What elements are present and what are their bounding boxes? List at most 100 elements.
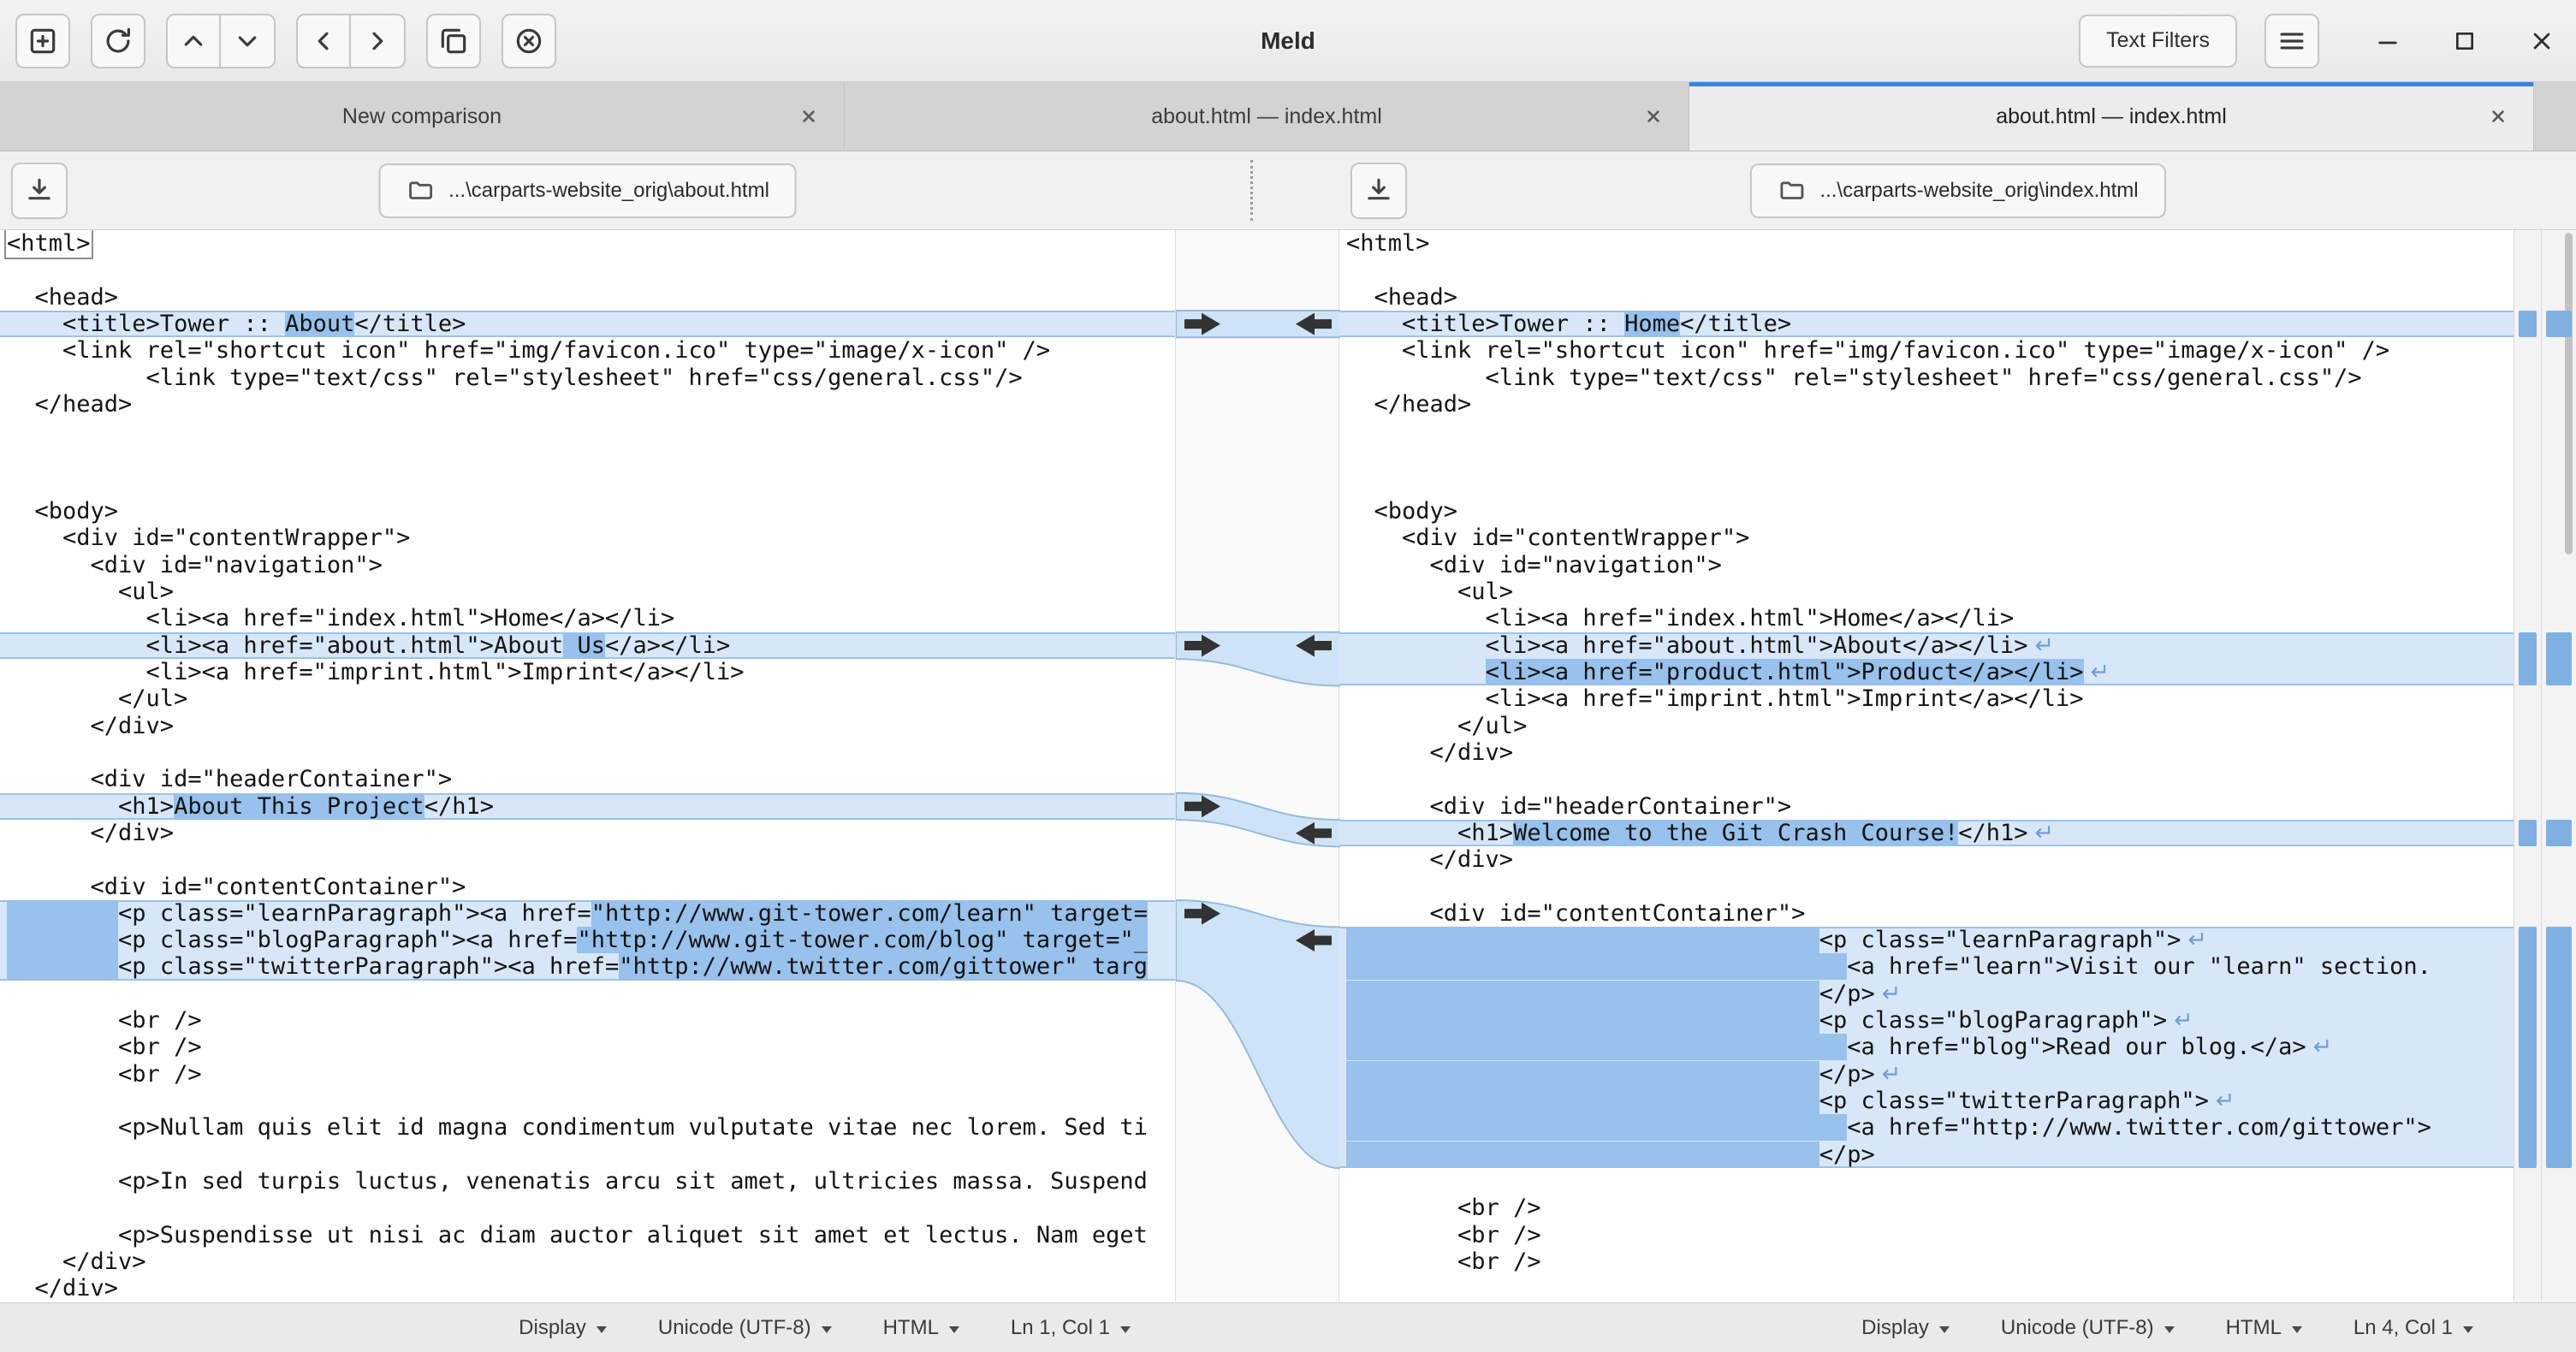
minimize-button[interactable] xyxy=(2369,22,2407,60)
syntax-menu-right[interactable]: HTML xyxy=(2226,1316,2302,1340)
word-diff-segment xyxy=(1346,1114,1847,1141)
syntax-menu-left[interactable]: HTML xyxy=(883,1316,959,1340)
code-text: <li><a href="about.html">About xyxy=(7,632,563,659)
code-line: </ul> xyxy=(0,685,1175,712)
code-line: <link rel="shortcut icon" href="img/favi… xyxy=(1339,337,2514,364)
scroll-maps xyxy=(2514,230,2576,1302)
code-line: <p class="learnParagraph">↵ xyxy=(1339,927,2514,953)
code-line xyxy=(1339,445,2514,471)
code-line: </div> xyxy=(1339,846,2514,873)
pane-separator-handle[interactable] xyxy=(1175,151,1339,229)
code-line: <p>Nullam quis elit id magna condimentum… xyxy=(0,1114,1175,1141)
code-line: </div> xyxy=(0,820,1175,846)
code-line: <head> xyxy=(0,284,1175,311)
code-line: <p>Suspendisse ut nisi ac diam auctor al… xyxy=(0,1222,1175,1248)
code-text: </title> xyxy=(354,311,466,337)
code-line: <html> xyxy=(0,230,1175,257)
right-code-pane[interactable]: <html> <head> <title>Tower :: Home</titl… xyxy=(1339,230,2514,1302)
tab-about-index-2[interactable]: about.html — index.html xyxy=(1689,82,2534,151)
tab-new-comparison[interactable]: New comparison xyxy=(0,82,845,151)
save-left-button[interactable] xyxy=(11,163,68,219)
code-line: <p class="learnParagraph"><a href="http:… xyxy=(0,900,1175,927)
code-text: <br /> xyxy=(7,1061,202,1088)
code-text xyxy=(1346,659,1486,685)
next-change-button[interactable] xyxy=(221,14,276,68)
code-line: <a href="learn">Visit our "learn" sectio… xyxy=(1339,953,2514,980)
refresh-comparison-button[interactable] xyxy=(91,14,145,68)
push-change-group xyxy=(296,14,406,68)
code-text: <br /> xyxy=(1346,1248,1541,1275)
maximize-button[interactable] xyxy=(2446,22,2484,60)
scrollbar-thumb[interactable] xyxy=(2565,233,2573,554)
tab-close-icon[interactable] xyxy=(798,105,820,127)
code-text: </p> xyxy=(1819,981,1875,1007)
code-line xyxy=(1339,1168,2514,1195)
newline-marker-icon: ↵ xyxy=(2306,1034,2333,1060)
display-menu-left[interactable]: Display xyxy=(519,1316,607,1340)
code-line: <br /> xyxy=(0,1061,1175,1088)
display-menu-right[interactable]: Display xyxy=(1861,1316,1950,1340)
code-text: <div id="contentWrapper"> xyxy=(7,525,410,551)
word-diff-segment xyxy=(1346,1007,1819,1034)
encoding-label: Unicode (UTF-8) xyxy=(658,1316,811,1340)
diff-map-mark xyxy=(2546,927,2572,1168)
code-line xyxy=(1339,471,2514,498)
code-line: </div> xyxy=(0,1275,1175,1302)
push-change-right-button[interactable] xyxy=(351,14,406,68)
code-text: <p class="learnParagraph"> xyxy=(1819,927,2181,953)
push-change-left-button[interactable] xyxy=(296,14,351,68)
code-text: <br /> xyxy=(1346,1195,1541,1221)
code-line: </div> xyxy=(1339,739,2514,766)
code-line: <div id="headerContainer"> xyxy=(0,766,1175,792)
code-line: <head> xyxy=(1339,284,2514,311)
code-text: </ul> xyxy=(7,685,187,712)
dropdown-caret-icon xyxy=(2292,1326,2302,1333)
window-controls xyxy=(2369,22,2561,60)
code-text: <p>Suspendisse ut nisi ac diam auctor al… xyxy=(7,1222,1148,1248)
syntax-label: HTML xyxy=(2226,1316,2282,1340)
tab-about-index-1[interactable]: about.html — index.html xyxy=(845,82,1689,151)
new-comparison-button[interactable] xyxy=(15,14,70,68)
code-line: <div id="navigation"> xyxy=(1339,552,2514,578)
folder-icon xyxy=(1777,176,1806,205)
right-pane-scrollbar[interactable] xyxy=(2514,230,2541,1302)
left-file-button[interactable]: ...\carparts-website_orig\about.html xyxy=(378,163,797,218)
menu-button[interactable] xyxy=(2264,14,2319,68)
code-text: <li><a href="imprint.html">Imprint</a></… xyxy=(7,659,745,685)
diff-link-canvas xyxy=(1176,230,1340,1302)
save-right-button[interactable] xyxy=(1350,163,1407,219)
encoding-menu-right[interactable]: Unicode (UTF-8) xyxy=(2001,1316,2175,1340)
code-line: <link rel="shortcut icon" href="img/favi… xyxy=(0,337,1175,364)
window-title: Meld xyxy=(1261,27,1315,55)
left-code-pane[interactable]: <html> <head> <title>Tower :: About</tit… xyxy=(0,230,1175,1302)
word-diff-segment xyxy=(1346,1061,1819,1088)
stop-button[interactable] xyxy=(502,14,556,68)
previous-change-button[interactable] xyxy=(166,14,221,68)
tab-close-icon[interactable] xyxy=(2487,105,2509,127)
copy-button[interactable] xyxy=(426,14,481,68)
encoding-menu-left[interactable]: Unicode (UTF-8) xyxy=(658,1316,832,1340)
dropdown-caret-icon xyxy=(1120,1326,1131,1333)
code-text: <h1> xyxy=(1346,820,1513,846)
code-line: <li><a href="index.html">Home</a></li> xyxy=(0,605,1175,632)
code-line: <div id="headerContainer"> xyxy=(1339,793,2514,820)
cursor-position-left[interactable]: Ln 1, Col 1 xyxy=(1011,1316,1131,1340)
code-line: <ul> xyxy=(0,578,1175,605)
cursor-label: Ln 4, Col 1 xyxy=(2353,1316,2453,1340)
diff-overview-map[interactable] xyxy=(2541,230,2576,1302)
text-filters-button[interactable]: Text Filters xyxy=(2079,15,2237,68)
code-text: <div id="contentContainer"> xyxy=(1346,900,1805,927)
diff-link-band xyxy=(1176,632,1340,686)
code-text: <a href="blog">Read our blog.</a> xyxy=(1847,1034,2306,1060)
word-diff-segment: "http://www.git-tower.com/learn" target= xyxy=(591,900,1148,927)
code-text: <div id="contentWrapper"> xyxy=(1346,525,1749,551)
cursor-position-right[interactable]: Ln 4, Col 1 xyxy=(2353,1316,2473,1340)
code-line: <body> xyxy=(1339,498,2514,525)
tab-close-icon[interactable] xyxy=(1642,105,1665,127)
code-line: <h1>About This Project</h1> xyxy=(0,793,1175,820)
close-button[interactable] xyxy=(2523,22,2561,60)
right-file-button[interactable]: ...\carparts-website_orig\index.html xyxy=(1749,163,2165,218)
meld-window: Meld Text Filters New comparison xyxy=(0,0,2576,1352)
code-text: <div id="headerContainer"> xyxy=(7,766,452,792)
code-line: <title>Tower :: About</title> xyxy=(0,311,1175,337)
